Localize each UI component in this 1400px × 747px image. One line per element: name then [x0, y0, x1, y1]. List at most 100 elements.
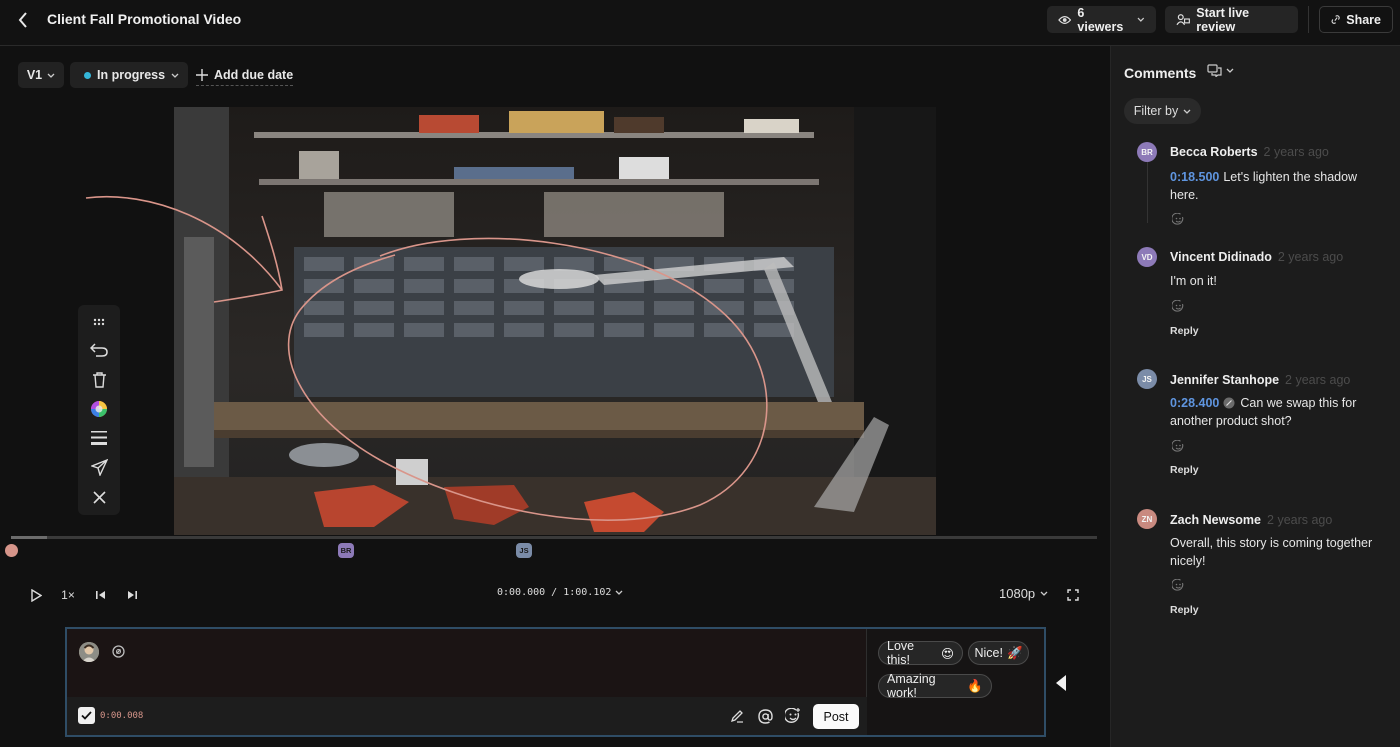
- quick-reply-emoji: 🚀: [1006, 645, 1023, 660]
- emoji-button[interactable]: [783, 706, 803, 726]
- next-frame-button[interactable]: [123, 584, 141, 606]
- author-name[interactable]: Becca Roberts: [1170, 145, 1258, 159]
- stroke-width-icon: [91, 431, 107, 445]
- quick-reply-love[interactable]: Love this! 😍: [878, 639, 963, 667]
- step-forward-icon: [128, 591, 137, 599]
- grip-icon: [93, 318, 105, 326]
- mention-button[interactable]: [755, 706, 775, 726]
- fullscreen-button[interactable]: [1064, 584, 1082, 606]
- timecode-dropdown[interactable]: 0:00.000 / 1:00.102: [497, 587, 623, 598]
- comments-view-dropdown[interactable]: [1207, 64, 1234, 77]
- close-toolbar-button[interactable]: [87, 485, 111, 509]
- share-button[interactable]: Share: [1319, 6, 1393, 33]
- author-name[interactable]: Jennifer Stanhope: [1170, 373, 1279, 387]
- video-frame[interactable]: [174, 107, 936, 535]
- thread-line: [1147, 159, 1148, 223]
- drag-handle[interactable]: [87, 310, 111, 334]
- add-reaction-icon[interactable]: [1172, 213, 1185, 226]
- comment-author: Zach Newsome 2 years ago: [1170, 513, 1332, 527]
- quick-reply-amazing[interactable]: Amazing work! 🔥: [878, 672, 992, 700]
- collapse-panel-icon[interactable]: [1055, 674, 1067, 692]
- version-dropdown[interactable]: V1: [18, 62, 64, 88]
- comment-time: 2 years ago: [1263, 145, 1329, 159]
- chevron-down-icon: [1040, 591, 1048, 596]
- quick-reply-emoji: 🔥: [967, 678, 983, 693]
- comment-timestamp-link[interactable]: 0:28.400: [1170, 396, 1219, 410]
- draw-toolbar: [78, 305, 120, 515]
- live-review-label: Start live review: [1196, 5, 1250, 34]
- plus-icon: [196, 68, 208, 81]
- playhead[interactable]: [5, 544, 18, 557]
- reply-button[interactable]: Reply: [1170, 464, 1199, 476]
- user-avatar-icon: [79, 642, 99, 662]
- color-picker-button[interactable]: [87, 397, 111, 421]
- viewers-label: 6 viewers: [1077, 5, 1124, 34]
- quick-reply-label: Nice!: [974, 646, 1003, 660]
- send-icon: [90, 458, 108, 476]
- timestamp-checkbox[interactable]: [78, 707, 95, 724]
- comment-marker[interactable]: BR: [338, 543, 354, 558]
- avatar[interactable]: ZN: [1137, 509, 1157, 529]
- annotation-indicator-icon: [1223, 397, 1235, 409]
- status-dropdown[interactable]: In progress: [70, 62, 188, 88]
- comment-time: 2 years ago: [1277, 250, 1344, 264]
- quality-dropdown[interactable]: 1080p: [999, 586, 1048, 601]
- author-name[interactable]: Vincent Didinado: [1170, 250, 1272, 264]
- share-label: Share: [1346, 12, 1381, 27]
- chevron-down-icon: [47, 73, 55, 78]
- quick-reply-nice[interactable]: Nice! 🚀: [968, 641, 1029, 665]
- composer-input-area: 0:00.008 Post: [67, 629, 871, 735]
- add-reaction-icon[interactable]: [1172, 300, 1185, 313]
- page-title: Client Fall Promotional Video: [47, 11, 242, 27]
- annotate-button[interactable]: [727, 706, 747, 726]
- filter-dropdown[interactable]: Filter by: [1124, 98, 1201, 124]
- avatar[interactable]: JS: [1137, 369, 1157, 389]
- comment-author: Jennifer Stanhope 2 years ago: [1170, 373, 1350, 387]
- add-due-date-button[interactable]: Add due date: [196, 64, 294, 86]
- add-reaction-icon[interactable]: [1172, 440, 1185, 453]
- reply-button[interactable]: Reply: [1170, 604, 1199, 616]
- avatar[interactable]: VD: [1137, 247, 1157, 267]
- due-date-label: Add due date: [214, 67, 294, 82]
- viewers-button[interactable]: 6 viewers: [1047, 5, 1156, 34]
- stroke-width-button[interactable]: [87, 426, 111, 450]
- chevron-down-icon: [1137, 17, 1145, 22]
- chevron-down-icon: [171, 73, 179, 78]
- avatar: [79, 642, 99, 662]
- play-button[interactable]: [27, 584, 45, 606]
- delete-drawing-button[interactable]: [87, 367, 111, 391]
- comment-marker[interactable]: JS: [516, 543, 532, 558]
- comment-input[interactable]: [131, 643, 871, 683]
- step-back-icon: [96, 591, 105, 599]
- back-button[interactable]: [12, 8, 34, 32]
- start-live-review-button[interactable]: Start live review: [1165, 5, 1298, 34]
- avatar[interactable]: BR: [1137, 142, 1157, 162]
- author-name[interactable]: Zach Newsome: [1170, 513, 1261, 527]
- comment-timestamp-link[interactable]: 0:18.500: [1170, 170, 1219, 184]
- comment-time: 2 years ago: [1285, 373, 1351, 387]
- status-label: In progress: [97, 68, 166, 82]
- comment-message: Overall, this story is coming together n…: [1170, 536, 1373, 568]
- add-reaction-icon[interactable]: [1172, 579, 1185, 592]
- at-sign-icon: [757, 708, 773, 724]
- status-dot-icon: [84, 71, 91, 79]
- reply-button[interactable]: Reply: [1170, 325, 1199, 337]
- post-button[interactable]: Post: [813, 704, 859, 729]
- attachment-icon[interactable]: [112, 645, 125, 658]
- divider: [1308, 6, 1309, 33]
- quality-label: 1080p: [999, 586, 1036, 601]
- pen-icon: [730, 710, 743, 723]
- comments-title: Comments: [1124, 65, 1197, 81]
- previous-frame-button[interactable]: [92, 584, 110, 606]
- comment-text: I'm on it!: [1170, 272, 1385, 290]
- smiley-icon: [785, 708, 800, 723]
- quick-reply-label: Love this!: [887, 639, 915, 667]
- comments-panel: Comments Filter by BR Becca Roberts 2 yea…: [1110, 46, 1400, 747]
- send-drawing-button[interactable]: [87, 455, 111, 479]
- undo-button[interactable]: [87, 338, 111, 362]
- composer-footer: [67, 697, 867, 735]
- color-picker-icon: [91, 401, 107, 417]
- play-icon: [30, 588, 42, 602]
- timeline-scrubber[interactable]: [11, 536, 1097, 539]
- playback-speed-button[interactable]: 1×: [58, 584, 78, 606]
